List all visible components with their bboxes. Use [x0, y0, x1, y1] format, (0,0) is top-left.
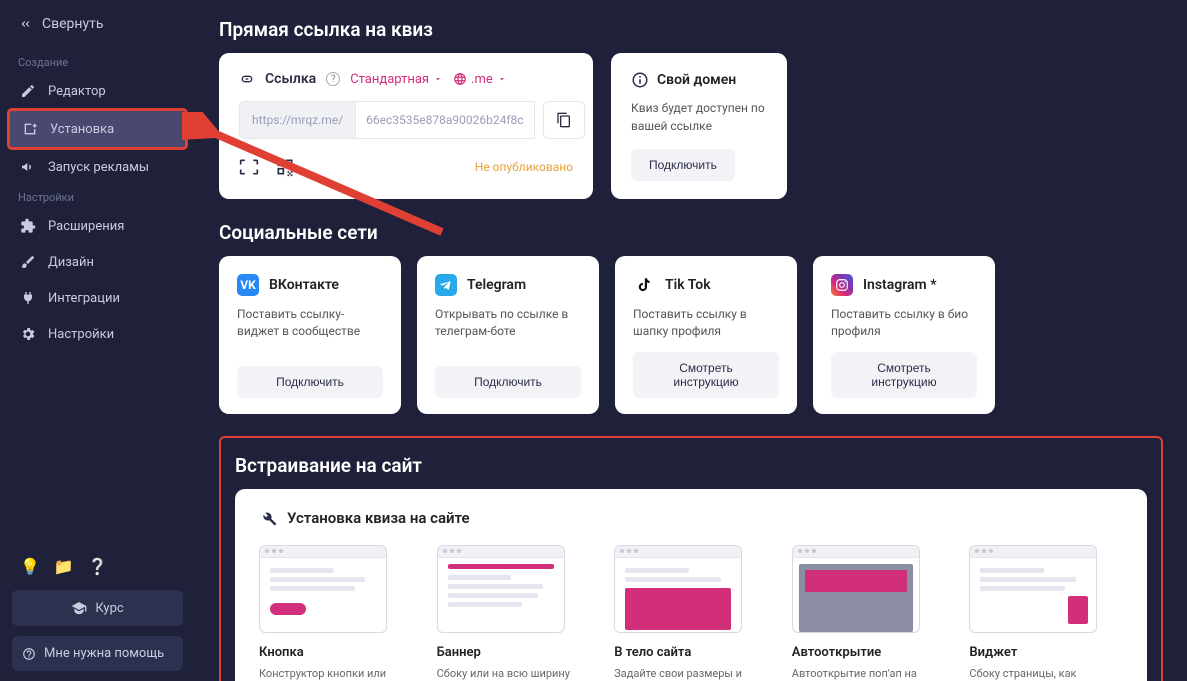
social-card-instagram: Instagram * Поставить ссылку в био профи… [813, 256, 995, 414]
url-code-input[interactable]: 66ec3535e878a90026b24f8c [356, 101, 534, 139]
tools-icon [259, 509, 277, 527]
collapse-button[interactable]: Свернуть [8, 10, 187, 38]
embed-tile-widget[interactable]: Виджет Сбоку страницы, как консультант [969, 545, 1123, 681]
tile-title: Баннер [437, 645, 591, 660]
link-card: Ссылка ? Стандартная .me https://mrqz.me… [219, 53, 593, 199]
tile-title: Виджет [969, 645, 1123, 660]
graduation-icon [71, 600, 87, 616]
sidebar-item-label: Дизайн [48, 255, 94, 270]
sidebar-item-install[interactable]: Установка [8, 109, 187, 149]
tile-title: Кнопка [259, 645, 413, 660]
embed-tile-banner[interactable]: Баннер Сбоку или на всю ширину экрана [437, 545, 591, 681]
help-label: Мне нужна помощь [44, 646, 164, 661]
telegram-icon [435, 274, 457, 296]
tile-desc: Сбоку или на всю ширину экрана [437, 666, 591, 681]
chevron-down-icon [497, 74, 507, 84]
section-label-create: Создание [8, 50, 187, 73]
gear-icon [20, 326, 36, 342]
social-desc: Поставить ссылку-виджет в сообществе [237, 306, 383, 354]
own-domain-title: Свой домен [657, 72, 736, 88]
social-desc: Открывать по ссылке в телеграм-боте [435, 306, 581, 354]
install-icon [22, 121, 38, 137]
chevron-down-icon [433, 74, 443, 84]
bulb-icon[interactable]: 💡 [20, 557, 40, 576]
sidebar-item-label: Расширения [48, 219, 124, 234]
folder-plus-icon[interactable]: 📁 [54, 557, 74, 576]
tiktok-icon [633, 274, 655, 296]
section-label-settings: Настройки [8, 185, 187, 208]
info-icon[interactable]: ? [326, 72, 340, 86]
heading-social: Социальные сети [219, 221, 1163, 244]
sidebar-item-label: Установка [50, 122, 114, 137]
course-button[interactable]: Курс [12, 590, 183, 626]
own-domain-card: Свой домен Квиз будет доступен по вашей … [611, 53, 787, 199]
brush-icon [20, 254, 36, 270]
help-icon [22, 647, 36, 661]
tile-desc: Конструктор кнопки или собственная кнопк… [259, 666, 413, 681]
main-content: Прямая ссылка на квиз Ссылка ? Стандартн… [195, 0, 1187, 681]
connect-domain-button[interactable]: Подключить [631, 149, 735, 181]
sidebar-item-integrations[interactable]: Интеграции [8, 280, 187, 316]
sidebar: Свернуть Создание Редактор Установка Зап… [0, 0, 195, 681]
chevron-double-left-icon [18, 17, 32, 31]
embed-highlight: Встраивание на сайт Установка квиза на с… [219, 436, 1163, 681]
embed-card: Установка квиза на сайте Кнопка Конструк… [235, 489, 1147, 681]
tile-desc: Автооткрытие поп'ап на сайте [792, 666, 946, 681]
collapse-label: Свернуть [42, 16, 103, 32]
instagram-icon [831, 274, 853, 296]
sidebar-item-extensions[interactable]: Расширения [8, 208, 187, 244]
tile-desc: Сбоку страницы, как консультант [969, 666, 1123, 681]
globe-icon [453, 72, 467, 86]
sidebar-item-ads[interactable]: Запуск рекламы [8, 149, 187, 185]
vk-icon: VK [237, 274, 259, 296]
qr-icon[interactable] [275, 157, 295, 177]
globe-icon [631, 71, 649, 89]
own-domain-desc: Квиз будет доступен по вашей ссылке [631, 99, 767, 135]
frame-icon[interactable] [239, 157, 259, 177]
vk-connect-button[interactable]: Подключить [237, 366, 383, 398]
sidebar-item-label: Интеграции [48, 291, 120, 306]
megaphone-icon [20, 159, 36, 175]
url-prefix: https://mrqz.me/ [239, 101, 356, 139]
sidebar-item-design[interactable]: Дизайн [8, 244, 187, 280]
copy-icon [556, 112, 572, 128]
sidebar-item-label: Редактор [48, 84, 106, 99]
social-desc: Поставить ссылку в био профиля [831, 306, 977, 340]
domain-dropdown[interactable]: .me [453, 72, 507, 87]
tt-instruction-button[interactable]: Смотреть инструкцию [633, 352, 779, 398]
sidebar-item-label: Настройки [48, 327, 114, 342]
embed-tile-body[interactable]: В тело сайта Задайте свои размеры и встр… [614, 545, 768, 681]
link-label: Ссылка [265, 71, 316, 87]
tile-desc: Задайте свои размеры и встройте в сайт [614, 666, 768, 681]
sidebar-item-settings[interactable]: Настройки [8, 316, 187, 352]
ig-instruction-button[interactable]: Смотреть инструкцию [831, 352, 977, 398]
sidebar-item-editor[interactable]: Редактор [8, 73, 187, 109]
embed-tile-button[interactable]: Кнопка Конструктор кнопки или собственна… [259, 545, 413, 681]
tile-title: Автооткрытие [792, 645, 946, 660]
embed-tile-autoopen[interactable]: Автооткрытие Автооткрытие поп'ап на сайт… [792, 545, 946, 681]
heading-direct-link: Прямая ссылка на квиз [219, 18, 1163, 41]
social-desc: Поставить ссылку в шапку профиля [633, 306, 779, 340]
social-card-tiktok: Tik Tok Поставить ссылку в шапку профиля… [615, 256, 797, 414]
pencil-icon [20, 83, 36, 99]
puzzle-icon [20, 218, 36, 234]
course-label: Курс [95, 601, 123, 616]
sidebar-item-label: Запуск рекламы [48, 160, 149, 175]
tg-connect-button[interactable]: Подключить [435, 366, 581, 398]
bottom-icons: 💡 📁 ❔ [8, 549, 187, 584]
social-card-telegram: Telegram Открывать по ссылке в телеграм-… [417, 256, 599, 414]
tile-title: В тело сайта [614, 645, 768, 660]
help-button[interactable]: Мне нужна помощь [12, 636, 183, 671]
plug-icon [20, 290, 36, 306]
link-icon [239, 71, 255, 87]
status-not-published: Не опубликовано [475, 160, 573, 174]
question-icon[interactable]: ❔ [88, 557, 108, 576]
heading-embed: Встраивание на сайт [235, 454, 1147, 477]
copy-button[interactable] [543, 101, 585, 139]
social-card-vk: VKВКонтакте Поставить ссылку-виджет в со… [219, 256, 401, 414]
embed-card-title: Установка квиза на сайте [287, 509, 470, 527]
link-type-dropdown[interactable]: Стандартная [350, 72, 443, 87]
